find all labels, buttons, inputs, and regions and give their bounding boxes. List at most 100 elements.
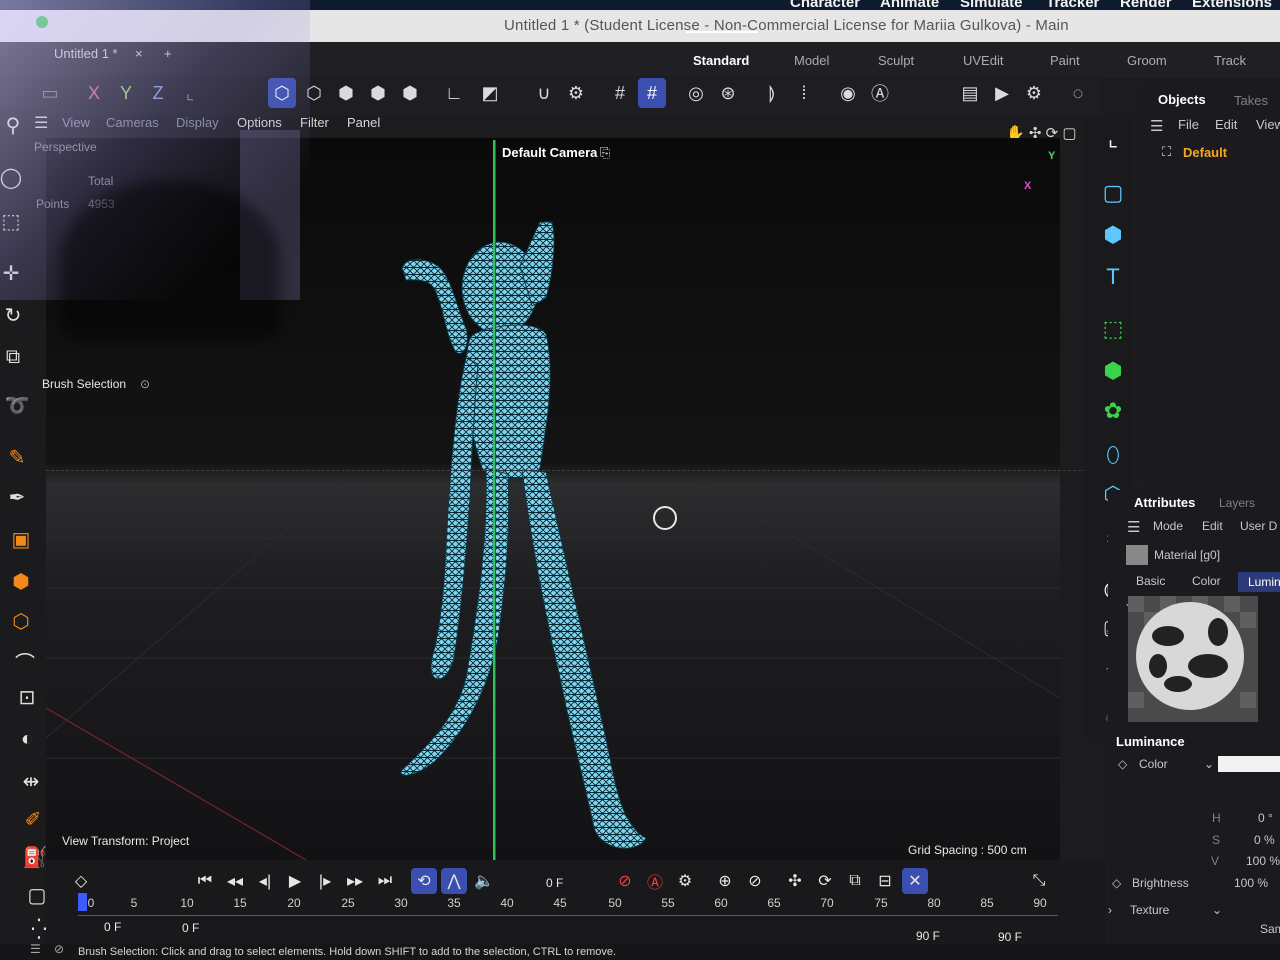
timeline-ruler[interactable] [78, 915, 1058, 916]
render-settings-icon[interactable]: ⚙ [1020, 78, 1048, 108]
cube-icon[interactable]: ⬢ [1096, 218, 1130, 252]
mirror-icon[interactable]: ⇹ [14, 764, 48, 798]
previous-key-icon[interactable]: ◂◂ [222, 868, 248, 894]
box-object-icon[interactable]: ⬢ [4, 564, 38, 598]
tab-track[interactable]: Track [1214, 53, 1246, 68]
record-icon[interactable]: ⊘ [612, 868, 638, 894]
status-menu-icon[interactable]: ☰ [30, 942, 41, 956]
soft-selection-icon[interactable]: ◎ [682, 78, 710, 108]
next-frame-icon[interactable]: |▸ [312, 868, 338, 894]
snap-magnet-icon[interactable]: ∪ [530, 78, 558, 108]
pen-tool-icon[interactable]: ✎ [0, 440, 34, 474]
viewport-menu-display[interactable]: Display [176, 115, 219, 130]
key-position-icon[interactable]: ⊕ [712, 868, 738, 894]
undo-icon[interactable]: ▭ [36, 78, 64, 108]
render-view-icon[interactable]: ▤ [956, 78, 984, 108]
texture-mode-icon[interactable]: ◩ [476, 78, 504, 108]
search-icon[interactable]: ⚲ [0, 108, 30, 142]
points-mode-icon[interactable]: ⬡ [300, 78, 328, 108]
play-mode-icon[interactable]: ⋀ [441, 868, 467, 894]
keyframe-diamond-icon[interactable]: ◇ [1118, 757, 1127, 771]
lattice-icon[interactable]: ⊡ [10, 680, 44, 714]
subtab-luminance[interactable]: Lumin [1248, 575, 1280, 589]
max-frame-field[interactable]: 90 F [998, 930, 1022, 944]
viewport-menu-options[interactable]: Options [237, 115, 282, 130]
camera-label[interactable]: Default Camera [502, 145, 597, 160]
loop-icon[interactable]: ⟲ [411, 868, 437, 894]
next-key-icon[interactable]: ▸▸ [342, 868, 368, 894]
h-value[interactable]: 0 ° [1258, 811, 1273, 825]
close-tab-icon[interactable]: × [135, 46, 143, 61]
keyframe-settings-icon[interactable]: ⚙ [672, 868, 698, 894]
cube-primitive-icon[interactable]: ▣ [4, 522, 38, 556]
attributes-menu-icon[interactable]: ☰ [1127, 518, 1140, 536]
objects-menu-edit[interactable]: Edit [1215, 117, 1237, 132]
scale-tool-icon[interactable]: ⧉ [0, 340, 30, 374]
add-tab-icon[interactable]: + [164, 46, 172, 61]
s-value[interactable]: 0 % [1254, 833, 1275, 847]
v-value[interactable]: 100 % [1246, 854, 1280, 868]
null-object-icon[interactable]: ⌞ [1096, 122, 1130, 156]
symmetry-icon[interactable]: ⟭ [758, 78, 786, 108]
document-tab[interactable]: Untitled 1 * [54, 46, 118, 61]
uv-mode-icon[interactable]: ⬢ [396, 78, 424, 108]
subtab-basic[interactable]: Basic [1136, 574, 1165, 588]
projection-label[interactable]: Perspective [34, 140, 97, 154]
objects-menu-view[interactable]: View [1256, 117, 1280, 132]
sound-icon[interactable]: 🔈 [471, 868, 497, 894]
tab-standard[interactable]: Standard [693, 53, 749, 68]
texture-expand-icon[interactable]: › [1108, 903, 1112, 917]
key-parameter-icon[interactable]: ⊟ [872, 868, 898, 894]
symmetry-options-icon[interactable]: ⁞ [790, 78, 818, 108]
attributes-menu-edit[interactable]: Edit [1202, 519, 1223, 533]
objects-menu-file[interactable]: File [1178, 117, 1199, 132]
deformer-icon[interactable]: ⬯ [1096, 438, 1130, 472]
render-to-picture-viewer-icon[interactable]: ▶ [988, 78, 1016, 108]
color-dropdown-icon[interactable]: ⌄ [1204, 757, 1214, 771]
preview-start-field[interactable]: 0 F [182, 921, 199, 935]
viewport-menu-view[interactable]: View [62, 115, 90, 130]
go-to-end-icon[interactable]: ⏭ [372, 868, 398, 894]
objects-menu-icon[interactable]: ☰ [1150, 117, 1163, 135]
box-selection-icon[interactable]: ⬚ [0, 204, 28, 238]
brush-icon[interactable]: ✐ [16, 802, 50, 836]
tool-options-icon[interactable]: ⊙ [140, 377, 150, 391]
keyframe-icon[interactable]: ◇ [68, 868, 94, 894]
subtab-color[interactable]: Color [1192, 574, 1221, 588]
tab-groom[interactable]: Groom [1127, 53, 1167, 68]
tab-model[interactable]: Model [794, 53, 829, 68]
rotate-tool-icon[interactable]: ↻ [0, 298, 30, 332]
current-frame-field[interactable]: 0 F [546, 876, 563, 890]
polygons-mode-icon[interactable]: ⬢ [364, 78, 392, 108]
brightness-keyframe-icon[interactable]: ◇ [1112, 876, 1121, 890]
tab-objects[interactable]: Objects [1158, 92, 1206, 107]
tab-attributes[interactable]: Attributes [1134, 495, 1195, 510]
attributes-menu-user-data[interactable]: User D [1240, 519, 1277, 533]
axis-mode-icon[interactable]: ∟ [440, 78, 468, 108]
play-icon[interactable]: ▶ [282, 868, 308, 894]
subdivision-icon[interactable]: ⬡ [4, 604, 38, 638]
tab-layers[interactable]: Layers [1219, 496, 1255, 510]
lasso-tool-icon[interactable]: ➰ [0, 388, 34, 422]
color-swatch[interactable] [1218, 756, 1280, 772]
axis-y-lock-button[interactable]: Y [112, 78, 140, 108]
attributes-menu-mode[interactable]: Mode [1153, 519, 1183, 533]
viewport-menu-icon[interactable]: ☰ [34, 113, 48, 133]
viewport-menu-panel[interactable]: Panel [347, 115, 380, 130]
key-pla-icon[interactable]: ✕ [902, 868, 928, 894]
tab-paint[interactable]: Paint [1050, 53, 1080, 68]
a-tool-icon[interactable]: Ⓐ [866, 78, 894, 108]
previous-frame-icon[interactable]: ◂| [252, 868, 278, 894]
workplane-snap-icon[interactable]: # [638, 78, 666, 108]
tab-uvedit[interactable]: UVEdit [963, 53, 1003, 68]
tab-sculpt[interactable]: Sculpt [878, 53, 914, 68]
axis-x-lock-button[interactable]: X [80, 78, 108, 108]
key-scale-icon[interactable]: ⧉ [842, 868, 868, 894]
cloner-icon[interactable]: ⬢ [1096, 354, 1130, 388]
text-object-icon[interactable]: T [1096, 260, 1130, 294]
snap-settings-icon[interactable]: ⚙ [562, 78, 590, 108]
model-mode-icon[interactable]: ⬡ [268, 78, 296, 108]
tab-takes[interactable]: Takes [1234, 93, 1268, 108]
generator-icon[interactable]: ⬚ [1096, 312, 1130, 346]
coordinate-system-icon[interactable]: ⌞ [176, 78, 204, 108]
